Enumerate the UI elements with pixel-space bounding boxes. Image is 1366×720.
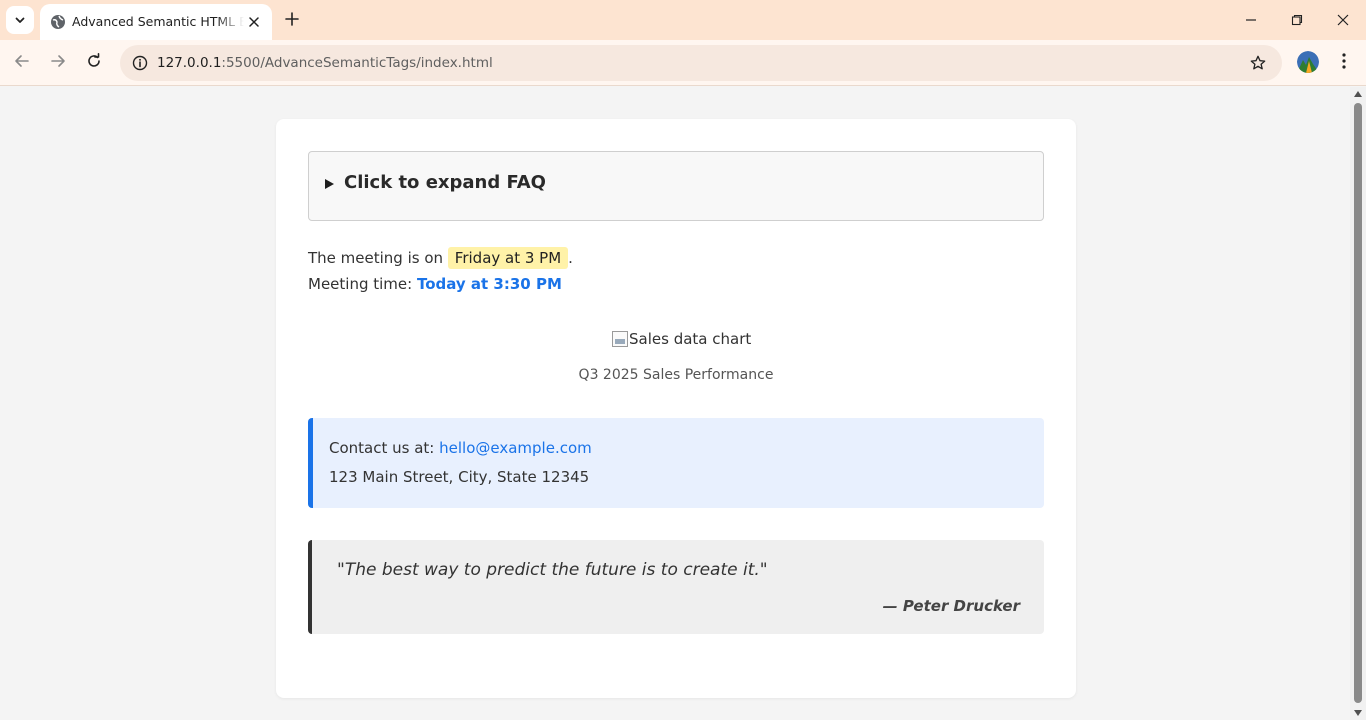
forward-button[interactable] — [43, 48, 73, 78]
more-options-button[interactable] — [1332, 50, 1356, 76]
meeting-prefix: The meeting is on — [308, 249, 444, 267]
highlighted-date: Friday at 3 PM — [447, 247, 569, 269]
address-bar[interactable]: 127.0.0.1:5500/AdvanceSemanticTags/index… — [120, 45, 1282, 81]
meeting-sentence: The meeting is on Friday at 3 PM. — [308, 247, 573, 269]
faq-summary: Click to expand FAQ — [344, 172, 546, 193]
meeting-time-line: Meeting time: Today at 3:30 PM — [308, 273, 562, 295]
reload-button[interactable] — [79, 48, 109, 78]
page-viewport: Click to expand FAQ The meeting is on Fr… — [0, 87, 1350, 720]
arrow-right-icon — [50, 53, 66, 73]
faq-details[interactable]: Click to expand FAQ — [308, 151, 1044, 221]
meeting-time-value: Today at 3:30 PM — [416, 275, 562, 293]
globe-icon — [50, 14, 66, 30]
active-tab[interactable]: Advanced Semantic HTML Examples — [40, 4, 272, 40]
image-alt-text: Sales data chart — [629, 330, 752, 348]
info-icon[interactable] — [128, 51, 152, 75]
contact-prefix: Contact us at: — [329, 439, 435, 457]
close-icon — [1337, 11, 1349, 30]
tab-title: Advanced Semantic HTML Examples — [72, 14, 244, 29]
contact-line: Contact us at: hello@example.com — [329, 437, 592, 459]
street-address: 123 Main Street, City, State 12345 — [329, 468, 590, 486]
close-tab-icon[interactable] — [244, 12, 264, 32]
meeting-time-label: Meeting time: — [308, 275, 413, 293]
back-button[interactable] — [7, 48, 37, 78]
url-text: 127.0.0.1:5500/AdvanceSemanticTags/index… — [157, 54, 493, 72]
scroll-down-arrow-icon[interactable] — [1354, 710, 1362, 716]
minimize-icon — [1245, 11, 1257, 30]
close-window-button[interactable] — [1320, 0, 1366, 40]
scroll-up-arrow-icon[interactable] — [1354, 91, 1362, 97]
disclosure-triangle-icon — [325, 179, 334, 189]
blockquote: "The best way to predict the future is t… — [308, 540, 1044, 634]
figure-caption: Q3 2025 Sales Performance — [578, 367, 774, 383]
plus-icon — [285, 11, 299, 30]
tab-strip: Advanced Semantic HTML Examples — [0, 0, 1366, 40]
meeting-suffix: . — [568, 249, 573, 267]
content-card: Click to expand FAQ The meeting is on Fr… — [276, 119, 1076, 698]
broken-image-icon — [612, 331, 628, 347]
chevron-down-icon — [14, 11, 26, 30]
contact-email-link[interactable]: hello@example.com — [439, 439, 592, 457]
new-tab-button[interactable] — [280, 8, 304, 32]
browser-toolbar: 127.0.0.1:5500/AdvanceSemanticTags/index… — [0, 40, 1366, 86]
bookmark-star-icon[interactable] — [1246, 51, 1270, 75]
scrollbar-thumb[interactable] — [1354, 103, 1362, 703]
profile-avatar[interactable] — [1297, 51, 1319, 73]
quote-text: "The best way to predict the future is t… — [337, 560, 768, 580]
restore-button[interactable] — [1274, 0, 1320, 40]
broken-chart-image: Sales data chart — [612, 327, 751, 351]
url-host: 127.0.0.1 — [157, 55, 222, 71]
arrow-left-icon — [14, 53, 30, 73]
restore-icon — [1291, 11, 1303, 30]
minimize-button[interactable] — [1228, 0, 1274, 40]
url-path: :5500/AdvanceSemanticTags/index.html — [221, 55, 493, 71]
quote-citation: — Peter Drucker — [882, 597, 1020, 615]
reload-icon — [86, 53, 102, 73]
vertical-scrollbar[interactable] — [1350, 87, 1366, 720]
more-vert-icon — [1342, 53, 1346, 73]
tab-search-button[interactable] — [6, 6, 34, 34]
contact-address-box: Contact us at: hello@example.com 123 Mai… — [308, 418, 1044, 508]
